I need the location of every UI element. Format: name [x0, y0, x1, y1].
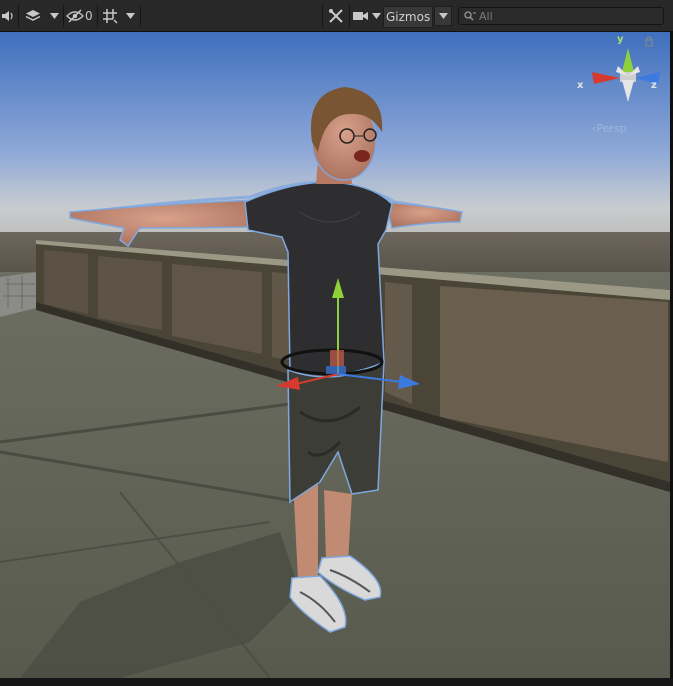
- orientation-gizmo[interactable]: [584, 36, 664, 116]
- tools-button[interactable]: [325, 6, 347, 26]
- hidden-objects-count: 0: [85, 9, 93, 23]
- tools-icon: [329, 9, 343, 23]
- gizmo-z-label: z: [651, 80, 657, 91]
- gizmo-x-label: x: [577, 80, 584, 91]
- scene-search: [458, 7, 664, 25]
- camera-icon: [353, 12, 368, 20]
- chevron-down-icon: [438, 13, 448, 19]
- viewport-bottom-border: [0, 678, 673, 686]
- grid-snap-icon: [103, 9, 118, 24]
- chevron-down-icon: [49, 13, 59, 19]
- chevron-down-icon: [371, 13, 381, 19]
- projection-label: Persp: [596, 122, 627, 135]
- projection-toggle[interactable]: ‹Persp: [592, 122, 627, 135]
- hidden-objects-toggle[interactable]: 0: [66, 6, 96, 26]
- layers-icon: [25, 10, 41, 21]
- eye-hidden-icon: [66, 9, 84, 23]
- grid-toggle-button[interactable]: [100, 6, 120, 26]
- speaker-icon: [2, 11, 13, 21]
- gizmos-dropdown-button[interactable]: [434, 6, 452, 26]
- scene-render: [0, 32, 670, 678]
- camera-settings-button[interactable]: [352, 6, 370, 26]
- gizmos-button[interactable]: Gizmos: [383, 6, 434, 28]
- camera-dropdown-button[interactable]: [369, 6, 383, 26]
- audio-toggle-button[interactable]: [0, 6, 16, 26]
- effects-toggle-button[interactable]: [22, 6, 44, 26]
- scene-toolbar: 0 Gizmos All: [0, 0, 673, 32]
- scene-viewport[interactable]: y x z ‹Persp: [0, 32, 670, 678]
- search-icon: [464, 11, 476, 21]
- search-input[interactable]: [479, 8, 659, 24]
- chevron-down-icon: [125, 13, 135, 19]
- effects-dropdown-button[interactable]: [46, 6, 62, 26]
- gizmos-label: Gizmos: [386, 10, 431, 24]
- scene-view-window: 0 Gizmos All y x z ‹Persp: [0, 0, 673, 686]
- grid-dropdown-button[interactable]: [122, 6, 138, 26]
- lock-icon: [645, 36, 653, 47]
- gizmo-y-label: y: [617, 34, 624, 45]
